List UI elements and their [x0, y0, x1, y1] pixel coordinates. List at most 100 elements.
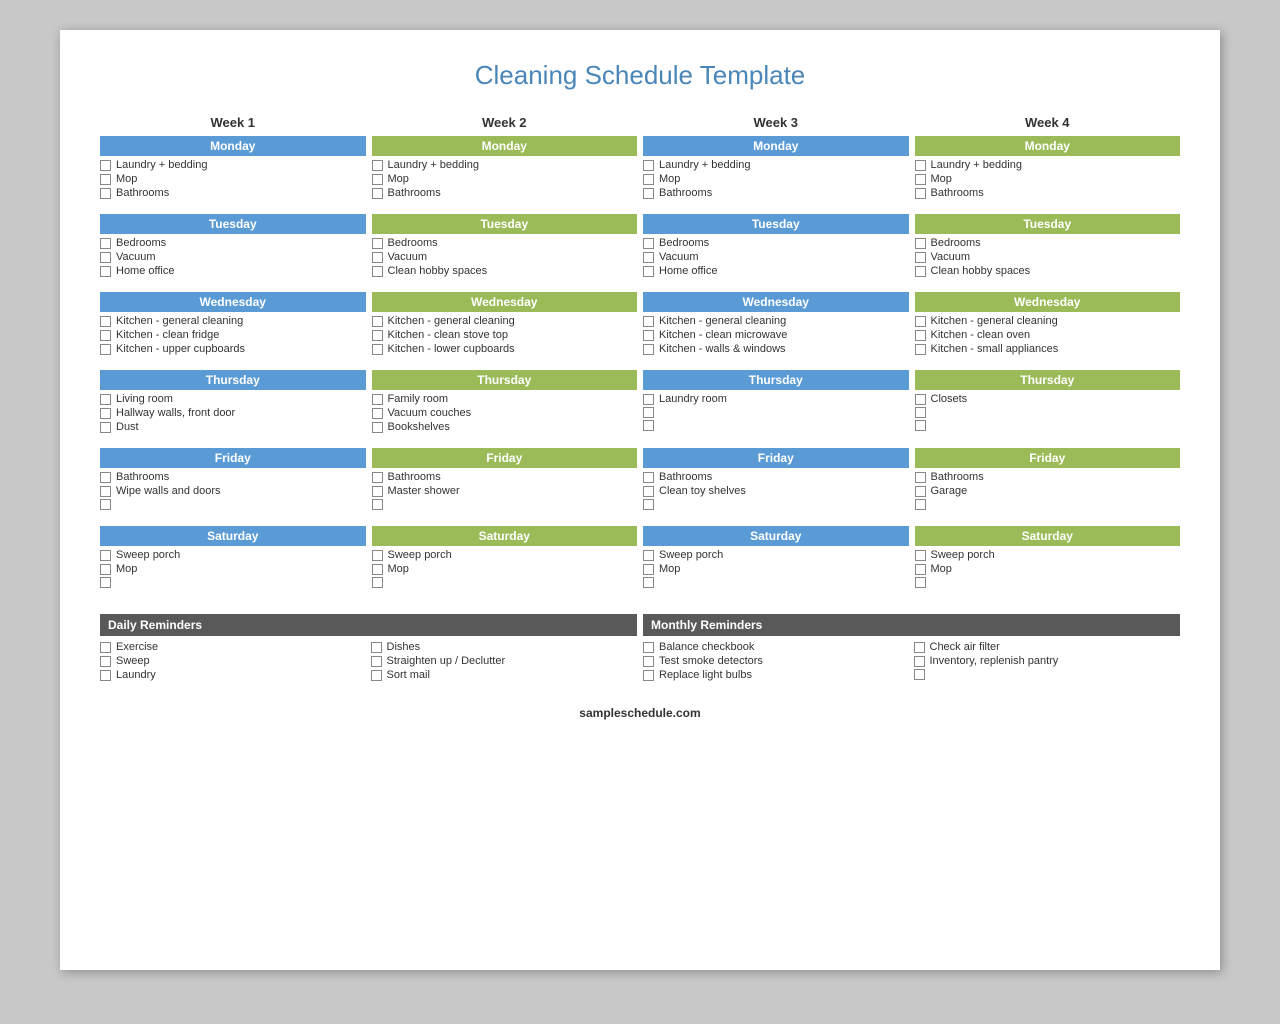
task-checkbox[interactable]	[915, 472, 926, 483]
list-item: Bathrooms	[372, 470, 638, 484]
reminder-checkbox[interactable]	[100, 642, 111, 653]
task-checkbox[interactable]	[372, 394, 383, 405]
task-checkbox[interactable]	[643, 472, 654, 483]
task-checkbox[interactable]	[643, 316, 654, 327]
reminder-checkbox-empty[interactable]	[914, 669, 925, 680]
task-checkbox[interactable]	[100, 422, 111, 433]
task-checkbox[interactable]	[372, 564, 383, 575]
task-checkbox[interactable]	[915, 486, 926, 497]
task-checkbox-empty[interactable]	[643, 407, 654, 418]
task-checkbox[interactable]	[643, 252, 654, 263]
task-checkbox[interactable]	[915, 188, 926, 199]
reminder-checkbox[interactable]	[914, 642, 925, 653]
reminder-checkbox[interactable]	[100, 656, 111, 667]
task-checkbox[interactable]	[643, 486, 654, 497]
task-checkbox[interactable]	[100, 266, 111, 277]
task-checkbox[interactable]	[100, 252, 111, 263]
week3-tuesday-section: TuesdayBedroomsVacuumHome office	[643, 214, 909, 288]
list-item: Laundry room	[643, 392, 909, 406]
task-checkbox[interactable]	[372, 344, 383, 355]
task-checkbox-empty[interactable]	[915, 407, 926, 418]
reminder-checkbox[interactable]	[371, 656, 382, 667]
task-checkbox[interactable]	[915, 344, 926, 355]
reminder-checkbox[interactable]	[643, 642, 654, 653]
task-checkbox[interactable]	[100, 316, 111, 327]
task-checkbox-empty[interactable]	[915, 420, 926, 431]
task-checkbox[interactable]	[372, 160, 383, 171]
task-checkbox-empty[interactable]	[372, 577, 383, 588]
task-checkbox[interactable]	[100, 550, 111, 561]
daily-reminders-block: Daily RemindersExerciseSweepLaundryDishe…	[100, 614, 637, 692]
task-checkbox[interactable]	[643, 238, 654, 249]
reminder-text: Test smoke detectors	[659, 655, 763, 667]
daily-reminders-col2: DishesStraighten up / DeclutterSort mail	[371, 640, 638, 692]
task-checkbox[interactable]	[915, 238, 926, 249]
reminder-checkbox[interactable]	[914, 656, 925, 667]
task-checkbox[interactable]	[915, 330, 926, 341]
task-checkbox[interactable]	[100, 174, 111, 185]
task-checkbox[interactable]	[643, 266, 654, 277]
task-checkbox[interactable]	[100, 188, 111, 199]
task-checkbox[interactable]	[372, 408, 383, 419]
task-checkbox-empty[interactable]	[100, 577, 111, 588]
task-checkbox[interactable]	[100, 408, 111, 419]
task-checkbox[interactable]	[372, 188, 383, 199]
task-checkbox[interactable]	[372, 174, 383, 185]
task-checkbox-empty[interactable]	[643, 420, 654, 431]
task-checkbox[interactable]	[372, 330, 383, 341]
task-checkbox[interactable]	[643, 344, 654, 355]
task-checkbox-empty[interactable]	[643, 499, 654, 510]
task-checkbox[interactable]	[643, 394, 654, 405]
task-checkbox[interactable]	[100, 344, 111, 355]
task-text: Laundry + bedding	[388, 159, 479, 171]
task-checkbox[interactable]	[643, 188, 654, 199]
task-checkbox[interactable]	[100, 486, 111, 497]
task-checkbox-empty[interactable]	[372, 499, 383, 510]
task-checkbox-empty[interactable]	[915, 499, 926, 510]
task-checkbox[interactable]	[915, 252, 926, 263]
task-checkbox[interactable]	[100, 564, 111, 575]
task-checkbox[interactable]	[100, 472, 111, 483]
task-checkbox[interactable]	[372, 252, 383, 263]
task-checkbox[interactable]	[915, 394, 926, 405]
daily-reminders-col2-list: DishesStraighten up / DeclutterSort mail	[371, 640, 638, 692]
reminder-checkbox[interactable]	[643, 670, 654, 681]
task-checkbox[interactable]	[372, 316, 383, 327]
task-checkbox[interactable]	[915, 160, 926, 171]
reminder-checkbox[interactable]	[371, 670, 382, 681]
task-checkbox[interactable]	[100, 330, 111, 341]
task-checkbox[interactable]	[643, 550, 654, 561]
task-checkbox[interactable]	[915, 550, 926, 561]
reminder-text: Laundry	[116, 669, 156, 681]
reminder-checkbox[interactable]	[643, 656, 654, 667]
list-item: Kitchen - general cleaning	[100, 314, 366, 328]
task-checkbox-empty[interactable]	[915, 577, 926, 588]
task-checkbox-empty[interactable]	[643, 577, 654, 588]
task-checkbox[interactable]	[643, 160, 654, 171]
week-col-2: Week 2MondayLaundry + beddingMopBathroom…	[372, 115, 638, 604]
task-checkbox[interactable]	[372, 550, 383, 561]
task-checkbox[interactable]	[915, 316, 926, 327]
task-checkbox[interactable]	[372, 422, 383, 433]
task-checkbox[interactable]	[100, 394, 111, 405]
week-col-4: Week 4MondayLaundry + beddingMopBathroom…	[915, 115, 1181, 604]
week4-monday-section: MondayLaundry + beddingMopBathrooms	[915, 136, 1181, 210]
task-checkbox[interactable]	[372, 486, 383, 497]
task-checkbox[interactable]	[915, 564, 926, 575]
task-checkbox-empty[interactable]	[100, 499, 111, 510]
reminder-checkbox[interactable]	[100, 670, 111, 681]
week1-friday-tasks: BathroomsWipe walls and doors	[100, 470, 366, 522]
task-checkbox[interactable]	[372, 472, 383, 483]
task-checkbox[interactable]	[915, 174, 926, 185]
list-item: Kitchen - clean fridge	[100, 328, 366, 342]
task-checkbox[interactable]	[643, 174, 654, 185]
task-checkbox[interactable]	[915, 266, 926, 277]
task-checkbox[interactable]	[372, 266, 383, 277]
task-checkbox[interactable]	[372, 238, 383, 249]
task-checkbox[interactable]	[100, 238, 111, 249]
task-checkbox[interactable]	[100, 160, 111, 171]
task-text: Home office	[659, 265, 718, 277]
task-checkbox[interactable]	[643, 564, 654, 575]
task-checkbox[interactable]	[643, 330, 654, 341]
reminder-checkbox[interactable]	[371, 642, 382, 653]
